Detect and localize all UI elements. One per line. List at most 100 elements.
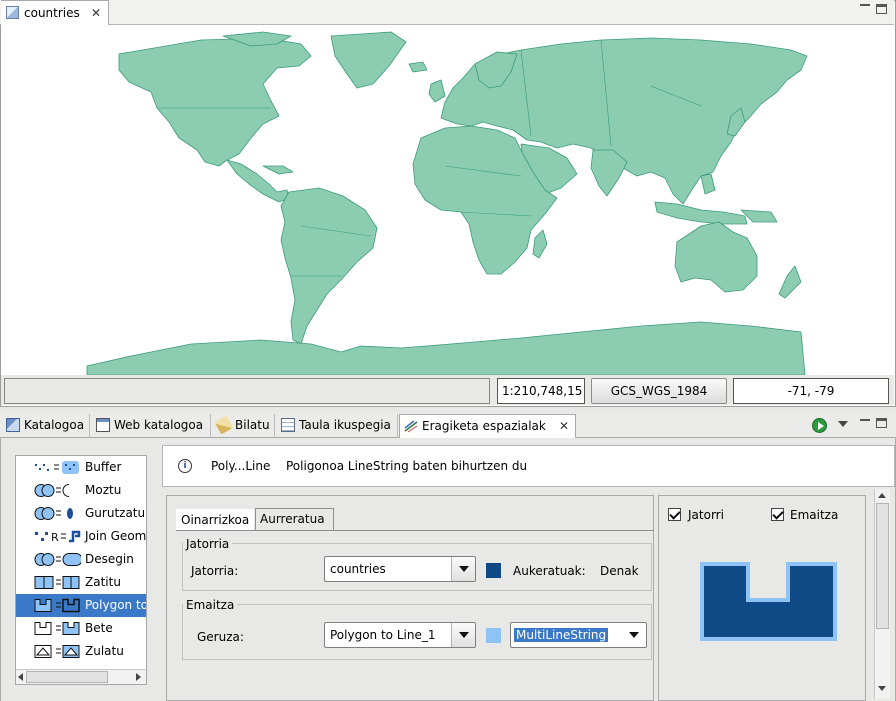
map-icon bbox=[6, 6, 19, 19]
philippines-shape bbox=[700, 173, 716, 195]
intersect-icon bbox=[34, 507, 73, 520]
world-map bbox=[86, 31, 808, 375]
tab-aurreratua[interactable]: Aurreratua bbox=[255, 508, 334, 530]
params-scrollbar[interactable] bbox=[874, 489, 890, 699]
tool-item-desegin[interactable]: Desegin bbox=[16, 548, 146, 571]
chevron-down-icon bbox=[451, 623, 475, 647]
map-canvas[interactable] bbox=[1, 26, 894, 375]
tab-countries[interactable]: countries ✕ bbox=[1, 0, 109, 25]
operation-description: Poligonoa LineString baten bihurtzen du bbox=[286, 459, 528, 473]
tool-label: Buffer bbox=[85, 460, 122, 474]
greenland-shape bbox=[330, 31, 407, 89]
iceland-shape bbox=[408, 61, 428, 73]
map-tabbar: countries ✕ bbox=[0, 0, 894, 25]
tab-bilatu[interactable]: Bilatu bbox=[213, 414, 275, 438]
clip-icon bbox=[34, 484, 70, 497]
dissolve-icon bbox=[34, 553, 81, 566]
source-label: Jatorria: bbox=[191, 564, 239, 578]
minimize-icon[interactable] bbox=[860, 419, 870, 421]
search-icon bbox=[214, 415, 234, 435]
scroll-left-icon[interactable] bbox=[18, 673, 23, 681]
tool-label: Moztu bbox=[85, 483, 122, 497]
result-color-swatch bbox=[486, 628, 501, 643]
run-icon[interactable] bbox=[812, 418, 827, 433]
tool-item-bete[interactable]: Bete bbox=[16, 617, 146, 640]
tool-list[interactable]: Buffer Moztu Gurutzatu R Join Geom Deseg… bbox=[15, 455, 147, 685]
join-geometry-icon: R bbox=[35, 530, 81, 544]
crs-button[interactable]: GCS_WGS_1984 bbox=[591, 378, 727, 404]
table-icon bbox=[281, 418, 295, 432]
source-combo[interactable]: countries bbox=[324, 556, 476, 582]
source-checkbox[interactable] bbox=[668, 508, 681, 521]
selected-value: Denak bbox=[600, 564, 639, 578]
source-group-title: Jatorria bbox=[183, 537, 233, 551]
info-bar: i Poly...Line Poligonoa LineString baten… bbox=[162, 445, 895, 487]
operation-title: Poly...Line bbox=[211, 459, 271, 473]
close-icon[interactable]: ✕ bbox=[91, 6, 101, 20]
scroll-down-icon[interactable] bbox=[878, 686, 886, 691]
close-icon[interactable]: ✕ bbox=[559, 415, 569, 437]
tool-label: Bete bbox=[85, 621, 113, 635]
tool-item-zulatu[interactable]: Zulatu bbox=[16, 640, 146, 663]
scroll-thumb[interactable] bbox=[26, 671, 108, 683]
tool-item-join-geom[interactable]: R Join Geom bbox=[16, 525, 146, 548]
layer-combo-value: Polygon to Line_1 bbox=[330, 628, 436, 642]
geometry-type-combo[interactable]: MultiLineString bbox=[510, 622, 647, 648]
madagascar-shape bbox=[532, 229, 548, 259]
tab-label: Katalogoa bbox=[24, 418, 85, 432]
source-color-swatch bbox=[486, 563, 501, 578]
tool-item-zatitu[interactable]: Zatitu bbox=[16, 571, 146, 594]
info-icon: i bbox=[178, 459, 192, 473]
tab-taula-ikuspegia[interactable]: Taula ikuspegia bbox=[277, 414, 398, 438]
new-zealand-shape bbox=[778, 265, 802, 299]
web-catalog-icon bbox=[96, 418, 110, 432]
bottom-tabbar: Katalogoa Web katalogoa Bilatu Taula iku… bbox=[0, 413, 896, 438]
split-icon bbox=[34, 576, 80, 589]
scroll-right-icon[interactable] bbox=[136, 673, 141, 681]
status-message-field bbox=[4, 378, 490, 404]
tab-label: Web katalogoa bbox=[114, 418, 204, 432]
tool-item-moztu[interactable]: Moztu bbox=[16, 479, 146, 502]
chevron-down-icon bbox=[622, 623, 646, 647]
tab-web-katalogoa[interactable]: Web katalogoa bbox=[92, 414, 211, 438]
result-checkbox[interactable] bbox=[771, 508, 784, 521]
polygon-to-line-icon bbox=[34, 598, 80, 613]
tab-eragiketa-espazialak[interactable]: Eragiketa espazialak ✕ bbox=[399, 414, 576, 438]
scroll-up-icon[interactable] bbox=[878, 493, 886, 498]
tab-katalogoa[interactable]: Katalogoa bbox=[2, 414, 90, 438]
tool-item-gurutzatu[interactable]: Gurutzatu bbox=[16, 502, 146, 525]
layer-combo[interactable]: Polygon to Line_1 bbox=[324, 622, 476, 648]
coordinates-field: -71, -79 bbox=[733, 378, 889, 404]
catalog-icon bbox=[6, 418, 20, 432]
scroll-thumb[interactable] bbox=[876, 503, 889, 629]
indonesia-shape bbox=[654, 201, 748, 225]
uk-shape bbox=[428, 79, 446, 103]
tab-label: Taula ikuspegia bbox=[299, 418, 391, 432]
maximize-icon[interactable] bbox=[876, 418, 887, 428]
result-group-title: Emaitza bbox=[183, 598, 238, 612]
view-menu-icon[interactable] bbox=[838, 421, 848, 427]
australia-shape bbox=[674, 221, 758, 293]
tool-list-scrollbar[interactable] bbox=[16, 669, 146, 684]
minimize-icon[interactable] bbox=[860, 4, 870, 7]
tool-label: Gurutzatu bbox=[85, 506, 146, 520]
chevron-down-icon bbox=[451, 557, 475, 581]
svg-text:R: R bbox=[51, 531, 59, 544]
spatial-ops-icon bbox=[404, 420, 418, 433]
tool-item-buffer[interactable]: Buffer bbox=[16, 456, 146, 479]
tool-label: Zatitu bbox=[85, 575, 121, 589]
tool-item-polygon-to-line[interactable]: Polygon to bbox=[16, 594, 146, 617]
scale-field[interactable]: 1:210,748,15 bbox=[497, 378, 585, 404]
south-america-shape bbox=[280, 187, 378, 345]
north-america-shape bbox=[118, 37, 312, 167]
hole-icon bbox=[34, 645, 80, 658]
status-bar: 1:210,748,15 GCS_WGS_1984 -71, -79 bbox=[1, 375, 894, 405]
result-checkbox-label: Emaitza bbox=[790, 508, 839, 522]
maximize-icon[interactable] bbox=[876, 4, 887, 14]
preview-shape bbox=[700, 562, 837, 641]
caribbean-shape bbox=[262, 165, 294, 175]
tab-label: Bilatu bbox=[235, 418, 270, 432]
geometry-type-value: MultiLineString bbox=[514, 628, 609, 642]
map-tab-label: countries bbox=[24, 6, 80, 20]
tab-oinarrizkoa[interactable]: Oinarrizkoa bbox=[176, 509, 255, 531]
